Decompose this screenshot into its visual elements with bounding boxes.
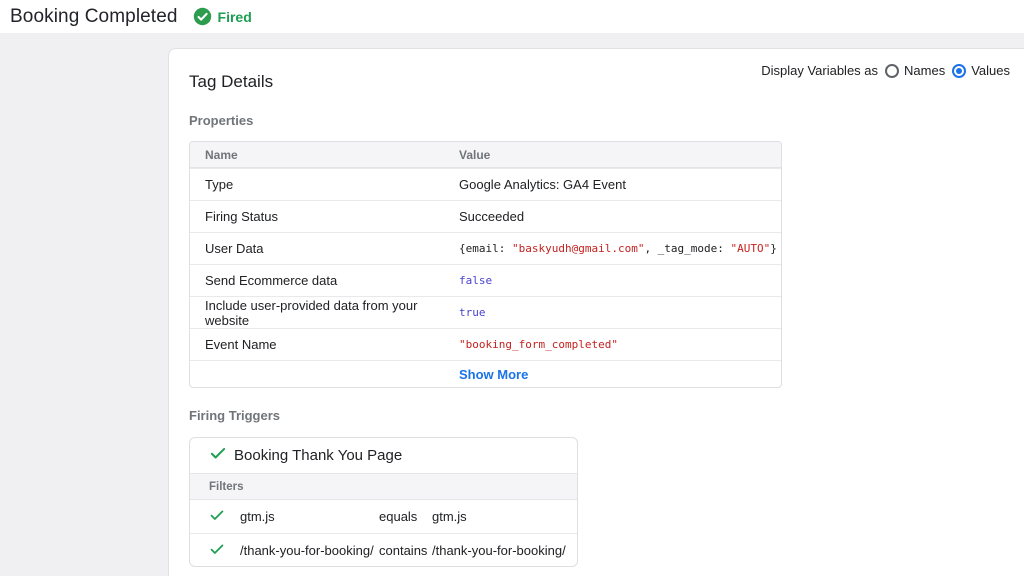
status-label: Fired xyxy=(218,9,252,25)
properties-section-label: Properties xyxy=(189,113,253,128)
code-tag-mode-string: "AUTO" xyxy=(731,242,771,255)
filter-left-value: gtm.js xyxy=(240,509,379,524)
table-row-user-data: User Data {email: "baskyudh@gmail.com", … xyxy=(190,232,781,264)
property-value-string: "booking_form_completed" xyxy=(444,338,781,351)
code-brace: {email: xyxy=(459,242,512,255)
values-radio[interactable] xyxy=(952,64,966,78)
values-radio-label[interactable]: Values xyxy=(971,63,1010,78)
code-brace-close: } xyxy=(770,242,777,255)
trigger-card: Booking Thank You Page Filters gtm.js eq… xyxy=(189,437,578,567)
filter-row-event: gtm.js equals gtm.js xyxy=(190,500,577,533)
firing-triggers-section-label: Firing Triggers xyxy=(189,408,280,423)
table-row-type: Type Google Analytics: GA4 Event xyxy=(190,168,781,200)
table-row-include-user-data: Include user-provided data from your web… xyxy=(190,296,781,328)
filters-header: Filters xyxy=(190,473,577,500)
property-value: Succeeded xyxy=(444,209,781,224)
properties-table-header: Name Value xyxy=(190,142,781,168)
display-variables-toggle: Display Variables as Names Values xyxy=(761,63,1010,78)
names-radio[interactable] xyxy=(885,64,899,78)
code-separator: , _tag_mode: xyxy=(644,242,730,255)
filter-row-page-path: /thank-you-for-booking/ contains /thank-… xyxy=(190,533,577,566)
filter-right-value: /thank-you-for-booking/ xyxy=(432,543,566,558)
table-row-send-ecommerce: Send Ecommerce data false xyxy=(190,264,781,296)
check-circle-icon xyxy=(193,7,212,26)
trigger-name: Booking Thank You Page xyxy=(234,447,402,464)
property-name: Type xyxy=(190,177,444,192)
property-name: Send Ecommerce data xyxy=(190,273,444,288)
tag-details-card: Display Variables as Names Values Tag De… xyxy=(168,48,1024,576)
property-value-boolean: false xyxy=(444,274,781,287)
trigger-check-icon xyxy=(209,444,227,467)
column-header-value: Value xyxy=(444,148,781,162)
status-badge: Fired xyxy=(193,7,252,26)
properties-table: Name Value Type Google Analytics: GA4 Ev… xyxy=(189,141,782,388)
filter-check-icon xyxy=(209,507,225,526)
property-value-boolean: true xyxy=(444,306,781,319)
property-value: Google Analytics: GA4 Event xyxy=(444,177,781,192)
property-name: User Data xyxy=(190,241,444,256)
display-variables-values-option[interactable]: Values xyxy=(952,63,1010,78)
tag-details-title: Tag Details xyxy=(189,72,273,92)
filter-operator: equals xyxy=(379,509,432,524)
display-variables-label: Display Variables as xyxy=(761,63,878,78)
show-more-link[interactable]: Show More xyxy=(459,367,528,382)
top-bar: Booking Completed Fired xyxy=(0,0,1024,33)
property-name: Firing Status xyxy=(190,209,444,224)
code-email-string: "baskyudh@gmail.com" xyxy=(512,242,644,255)
trigger-title-row: Booking Thank You Page xyxy=(190,438,577,473)
table-row-event-name: Event Name "booking_form_completed" xyxy=(190,328,781,360)
filter-check-icon xyxy=(209,541,225,560)
display-variables-names-option[interactable]: Names xyxy=(885,63,945,78)
filter-operator: contains xyxy=(379,543,432,558)
table-row-firing-status: Firing Status Succeeded xyxy=(190,200,781,232)
page-title: Booking Completed xyxy=(10,6,178,28)
workspace-background: Display Variables as Names Values Tag De… xyxy=(0,33,1024,576)
property-name: Event Name xyxy=(190,337,444,352)
names-radio-label[interactable]: Names xyxy=(904,63,945,78)
filter-right-value: gtm.js xyxy=(432,509,467,524)
show-more-row: Show More xyxy=(190,360,781,387)
property-value-code: {email: "baskyudh@gmail.com", _tag_mode:… xyxy=(444,242,781,255)
filter-left-value: /thank-you-for-booking/ xyxy=(240,543,379,558)
property-name: Include user-provided data from your web… xyxy=(190,298,444,328)
column-header-name: Name xyxy=(190,148,444,162)
